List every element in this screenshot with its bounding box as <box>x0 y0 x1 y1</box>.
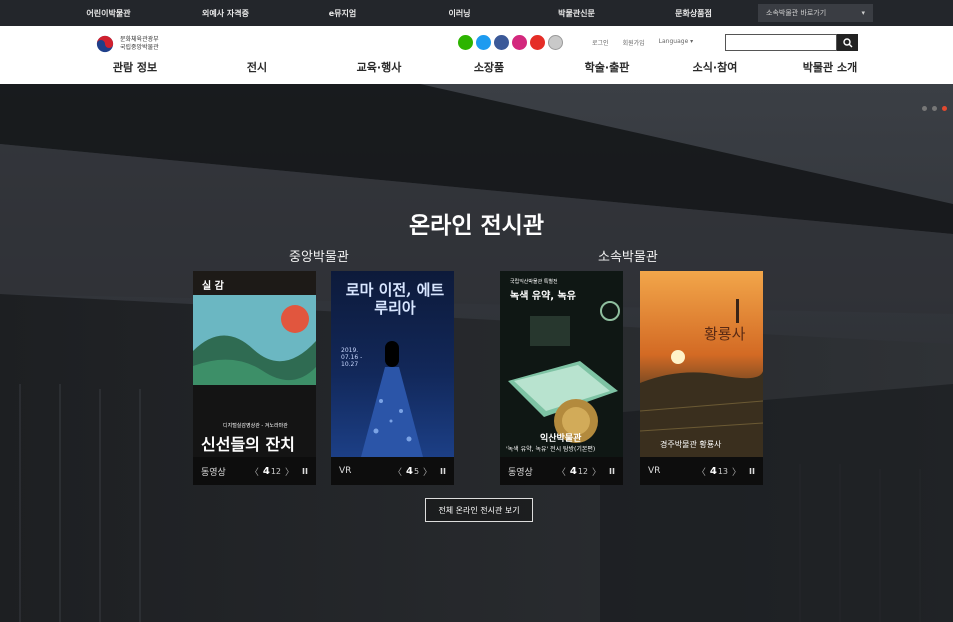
poster-title: 녹색 유약, 녹유 <box>510 291 576 302</box>
taegeuk-logo-icon <box>96 35 114 53</box>
card-controls: VR 〈 4 5 〉 II <box>331 457 454 485</box>
slide-total: 12 <box>577 466 589 476</box>
social-links <box>458 35 563 50</box>
poster-subtitle: 디지털실감영상관 - 겨노라마관 <box>223 423 288 429</box>
affiliated-museum-select[interactable]: 소속박물관 바로가기 ▾ <box>758 4 873 22</box>
chevron-down-icon: ▾ <box>861 9 865 17</box>
login-link[interactable]: 로그인 <box>592 38 609 47</box>
prev-arrow-icon[interactable]: 〈 <box>250 465 259 478</box>
media-type-label: VR <box>339 466 352 476</box>
affiliated-museum-select-label: 소속박물관 바로가기 <box>766 9 827 17</box>
pause-icon[interactable]: II <box>609 467 615 476</box>
slide-current: 4 <box>405 465 413 477</box>
main-nav: 관람 정보 전시 교육·행사 소장품 학술·출판 소식·참여 박물관 소개 <box>0 59 953 75</box>
exhibition-card-hwangnyongsa[interactable]: 황룡사 경주박물관 황룡사 VR 〈 4 13 〉 II <box>640 271 763 485</box>
poster-title: 로마 이전, 에트루리아 <box>345 281 445 317</box>
logo-museum-text: 국립중앙박물관 <box>120 44 159 51</box>
prev-arrow-icon[interactable]: 〈 <box>557 465 566 478</box>
central-museum-label: 중앙박물관 <box>289 250 349 265</box>
language-select[interactable]: Language ▾ <box>659 38 694 47</box>
exhibition-card-nokyu[interactable]: 국립익산박물관 특별전 녹색 유약, 녹유 익산박물관 '녹색 유약, 녹유' … <box>500 271 623 485</box>
facebook-icon[interactable] <box>494 35 509 50</box>
signup-link[interactable]: 회원가입 <box>623 38 645 47</box>
next-arrow-icon[interactable]: 〉 <box>592 465 601 478</box>
card-controls: 동영상 〈 4 12 〉 II <box>193 457 316 485</box>
logo-ministry-text: 문화체육관광부 <box>120 36 159 43</box>
slide-current: 4 <box>262 465 270 477</box>
nav-item-about[interactable]: 박물관 소개 <box>785 59 875 75</box>
view-all-online-exhibitions-button[interactable]: 전체 온라인 전시관 보기 <box>425 498 533 522</box>
slide-total: 13 <box>717 466 729 476</box>
topbar-link-newsletter[interactable]: 박물관신문 <box>518 8 635 19</box>
magnifier-icon <box>842 37 852 47</box>
slide-total: 12 <box>270 466 282 476</box>
site-header: 문화체육관광부 국립중앙박물관 로그인 회원가입 Language ▾ 관람 정… <box>0 26 953 84</box>
poster-date: 2019. 07.16 - 10.27 <box>341 347 363 368</box>
search-input[interactable] <box>725 34 837 51</box>
nav-item-news[interactable]: 소식·참여 <box>675 59 755 75</box>
prev-arrow-icon[interactable]: 〈 <box>697 465 706 478</box>
pause-icon[interactable]: II <box>302 467 308 476</box>
slide-current: 4 <box>569 465 577 477</box>
kakao-icon[interactable] <box>548 35 563 50</box>
poster-top-text: 실 감 <box>202 281 224 292</box>
next-arrow-icon[interactable]: 〉 <box>285 465 294 478</box>
poster-etruria: 로마 이전, 에트루리아 2019. 07.16 - 10.27 <box>331 271 454 457</box>
poster-title: 황룡사 <box>704 325 746 343</box>
media-type-label: 동영상 <box>508 467 533 478</box>
affiliated-museum-label: 소속박물관 <box>598 250 658 265</box>
topbar-link-elearning[interactable]: 이러닝 <box>401 8 518 19</box>
poster-top-text: 국립익산박물관 특별전 <box>510 279 558 285</box>
pause-icon[interactable]: II <box>749 467 755 476</box>
poster-hwangnyongsa: 황룡사 경주박물관 황룡사 <box>640 271 763 457</box>
slide-current: 4 <box>709 465 717 477</box>
poster-nokyu: 국립익산박물관 특별전 녹색 유약, 녹유 익산박물관 '녹색 유약, 녹유' … <box>500 271 623 457</box>
exhibition-card-etruria[interactable]: 로마 이전, 에트루리아 2019. 07.16 - 10.27 VR 〈 4 … <box>331 271 454 485</box>
instagram-icon[interactable] <box>512 35 527 50</box>
slide-dot[interactable] <box>932 106 937 111</box>
landscape-painting-image <box>193 295 316 457</box>
poster-title: 신선들의 잔치 <box>201 435 295 454</box>
twitter-icon[interactable] <box>476 35 491 50</box>
card-controls: VR 〈 4 13 〉 II <box>640 457 763 485</box>
museum-building-background <box>0 84 953 622</box>
hero-title: 온라인 전시관 <box>409 212 544 239</box>
nav-item-education[interactable]: 교육·행사 <box>339 59 419 75</box>
media-type-label: VR <box>648 466 661 476</box>
slide-total: 5 <box>413 466 420 476</box>
nav-item-collection[interactable]: 소장품 <box>449 59 529 75</box>
poster-immersive: 실 감 디지털실감영상관 - 겨노라마관 신선들의 잔치 <box>193 271 316 457</box>
poster-caption: 경주박물관 황룡사 <box>660 440 722 449</box>
poster-caption: '녹색 유약, 녹유' 전시 탐방(기본편) <box>506 446 596 453</box>
exhibition-card-immersive[interactable]: 실 감 디지털실감영상관 - 겨노라마관 신선들의 잔치 동영상 〈 4 12 … <box>193 271 316 485</box>
media-type-label: 동영상 <box>201 467 226 478</box>
naver-blog-icon[interactable] <box>458 35 473 50</box>
card-controls: 동영상 〈 4 12 〉 II <box>500 457 623 485</box>
top-utility-bar: 어린이박물관 외예사 자격증 e뮤지엄 이러닝 박물관신문 문화상품점 소속박물… <box>0 0 953 26</box>
poster-caption-title: 익산박물관 <box>540 434 582 444</box>
topbar-link-certificate[interactable]: 외예사 자격증 <box>167 8 284 19</box>
nav-item-research[interactable]: 학술·출판 <box>567 59 647 75</box>
topbar-link-children-museum[interactable]: 어린이박물관 <box>50 8 167 19</box>
nav-item-exhibition[interactable]: 전시 <box>217 59 297 75</box>
slide-dot-active[interactable] <box>942 106 947 111</box>
pause-icon[interactable]: II <box>440 467 446 476</box>
util-links: 로그인 회원가입 Language ▾ <box>592 38 693 47</box>
site-logo[interactable]: 문화체육관광부 국립중앙박물관 <box>96 35 159 53</box>
youtube-icon[interactable] <box>530 35 545 50</box>
search-button[interactable] <box>837 34 858 51</box>
topbar-link-emuseum[interactable]: e뮤지엄 <box>284 8 401 19</box>
topbar-link-shop[interactable]: 문화상품점 <box>635 8 752 19</box>
hero-section: 온라인 전시관 중앙박물관 소속박물관 실 감 디지털실감영상관 - 겨노라마관… <box>0 84 953 622</box>
sunset-field-image <box>640 299 763 457</box>
slide-dot[interactable] <box>922 106 927 111</box>
next-arrow-icon[interactable]: 〉 <box>732 465 741 478</box>
prev-arrow-icon[interactable]: 〈 <box>393 465 402 478</box>
nav-item-visit-info[interactable]: 관람 정보 <box>95 59 175 75</box>
slide-indicator <box>922 106 947 111</box>
next-arrow-icon[interactable]: 〉 <box>423 465 432 478</box>
